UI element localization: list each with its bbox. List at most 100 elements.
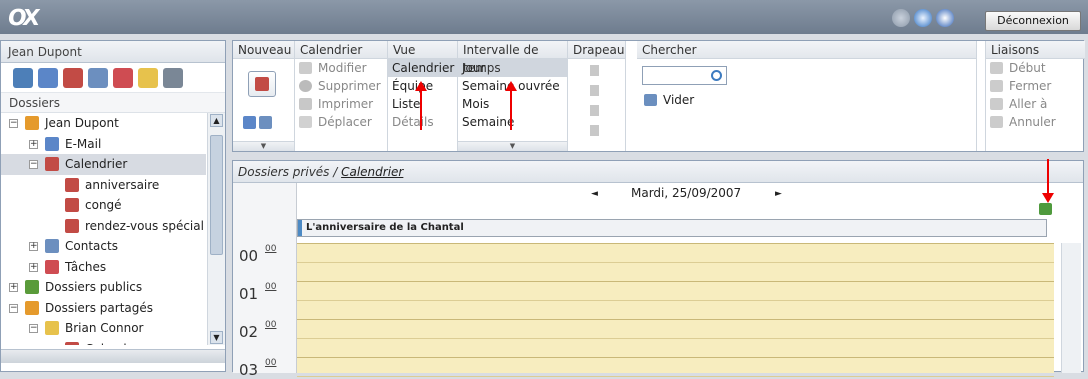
link-icon [990, 116, 1003, 128]
sidebar: Jean Dupont Dossiers − Jean Dupont + E-Mail… [0, 40, 226, 372]
tree-item[interactable]: − Jean Dupont [1, 113, 206, 134]
settings-icon[interactable] [163, 67, 183, 88]
tree-item-label: Jean Dupont [45, 116, 119, 130]
new-mail-icon[interactable] [243, 116, 256, 129]
tasks-icon[interactable] [113, 67, 133, 88]
chevron-down-icon[interactable]: ▼ [458, 141, 567, 151]
link-start[interactable]: Début [986, 59, 1085, 77]
refresh-icon[interactable] [914, 9, 932, 27]
clear-search-button[interactable]: Vider [640, 91, 694, 109]
search-input[interactable] [642, 66, 727, 85]
hour-line [297, 243, 1054, 244]
link-goto[interactable]: Aller à [986, 95, 1085, 113]
breadcrumb-link[interactable]: Calendrier [341, 165, 403, 179]
calendar-icon[interactable] [63, 67, 83, 88]
expand-icon[interactable]: + [29, 139, 38, 149]
move-button[interactable]: Déplacer [295, 113, 387, 131]
edit-button[interactable]: Modifier [295, 59, 387, 77]
help-icon[interactable] [936, 9, 954, 27]
tree-item[interactable]: + Tâches [1, 257, 206, 278]
add-event-icon[interactable] [1039, 203, 1052, 215]
new-contact-icon[interactable] [259, 116, 272, 129]
sidebar-footer [1, 349, 225, 363]
tree-item[interactable]: Calendar [1, 339, 206, 346]
scroll-up-icon[interactable]: ▲ [210, 114, 223, 127]
link-close[interactable]: Fermer [986, 77, 1085, 95]
view-calendar[interactable]: Calendrier [388, 59, 457, 77]
home-icon[interactable] [13, 67, 33, 88]
tree-item[interactable]: anniversaire [1, 175, 206, 196]
all-day-row: L'anniversaire de la Chantal [297, 219, 1047, 237]
tree-item-label: congé [85, 198, 122, 212]
print-button[interactable]: Imprimer [295, 95, 387, 113]
group-liaisons: Liaisons Début Fermer Aller à Annuler [985, 41, 1085, 151]
tree-item-label: Brian Connor [65, 321, 144, 335]
mail-icon[interactable] [38, 67, 58, 88]
interval-month[interactable]: Mois [458, 95, 567, 113]
group-header: Chercher [637, 41, 976, 59]
tree-item[interactable]: congé [1, 195, 206, 216]
move-icon [299, 116, 312, 128]
view-list[interactable]: Liste [388, 95, 457, 113]
group-header: Drapeau [568, 41, 625, 59]
hour-label: 02 [239, 323, 259, 341]
expand-icon[interactable]: + [9, 283, 18, 292]
scroll-down-icon[interactable]: ▼ [210, 331, 223, 344]
minute-label: 00 [265, 282, 277, 292]
tree-item[interactable]: − Calendrier [1, 154, 206, 175]
flag-icon[interactable] [590, 105, 599, 116]
tree-item-label: E-Mail [65, 136, 102, 151]
time-slots[interactable] [297, 243, 1054, 377]
tree-item[interactable]: − Dossiers partagés [1, 298, 206, 319]
new-appointment-icon[interactable] [248, 71, 276, 97]
delete-button[interactable]: Supprimer [295, 77, 387, 95]
tree-item[interactable]: rendez-vous spécial [1, 216, 206, 237]
tree-item[interactable]: − Brian Connor [1, 318, 206, 339]
chevron-down-icon[interactable]: ▼ [233, 141, 294, 151]
view-details[interactable]: Détails [388, 113, 457, 131]
tree-item[interactable]: + E-Mail [1, 134, 206, 155]
shared-folder-icon [25, 300, 39, 315]
group-header: Intervalle de temps [458, 41, 567, 75]
user-icon [25, 116, 39, 130]
flag-icon[interactable] [590, 85, 599, 96]
link-cancel[interactable]: Annuler [986, 113, 1085, 131]
minute-label: 00 [265, 244, 277, 254]
expand-icon[interactable]: + [29, 262, 38, 272]
logout-button[interactable]: Déconnexion [985, 11, 1081, 31]
calendar-icon [65, 198, 79, 212]
mail-icon [45, 136, 59, 151]
half-hour-line [297, 376, 1054, 377]
tasks-icon [45, 259, 59, 274]
tree-item[interactable]: + Dossiers publics [1, 277, 206, 298]
flag-icon[interactable] [590, 125, 599, 136]
tree-item[interactable]: + Contacts [1, 236, 206, 257]
collapse-icon[interactable]: − [29, 324, 38, 333]
next-day-icon[interactable]: ► [775, 189, 782, 199]
link-icon [990, 80, 1003, 92]
link-icon [990, 98, 1003, 110]
tree-item-label: Calendar [85, 339, 139, 346]
calendar-scrollbar[interactable] [1061, 243, 1081, 373]
interval-day[interactable]: Jour [458, 59, 567, 77]
group-chercher: Chercher Vider [637, 41, 977, 151]
collapse-icon[interactable]: − [9, 303, 18, 313]
contacts-icon[interactable] [88, 67, 108, 88]
search-icon[interactable] [711, 70, 722, 81]
breadcrumb: Dossiers privés / Calendrier [233, 161, 1083, 183]
scroll-thumb[interactable] [210, 135, 223, 255]
half-hour-line [297, 338, 1054, 339]
app-logo: OX [6, 6, 39, 31]
all-day-event[interactable]: L'anniversaire de la Chantal [298, 220, 1048, 236]
group-calendrier: Calendrier Modifier Supprimer Imprimer D… [295, 41, 388, 151]
folder-tree: − Jean Dupont + E-Mail − Calendrier anniversai… [1, 113, 206, 345]
expand-icon[interactable]: + [29, 242, 38, 251]
flag-icon[interactable] [590, 65, 599, 76]
interval-week[interactable]: Semaine [458, 113, 567, 131]
collapse-icon[interactable]: − [9, 119, 18, 128]
prev-day-icon[interactable]: ◄ [591, 189, 598, 199]
minute-label: 00 [265, 320, 277, 330]
infostore-icon[interactable] [138, 67, 158, 88]
sidebar-scrollbar[interactable]: ▲ ▼ [207, 113, 225, 345]
collapse-icon[interactable]: − [29, 160, 38, 169]
